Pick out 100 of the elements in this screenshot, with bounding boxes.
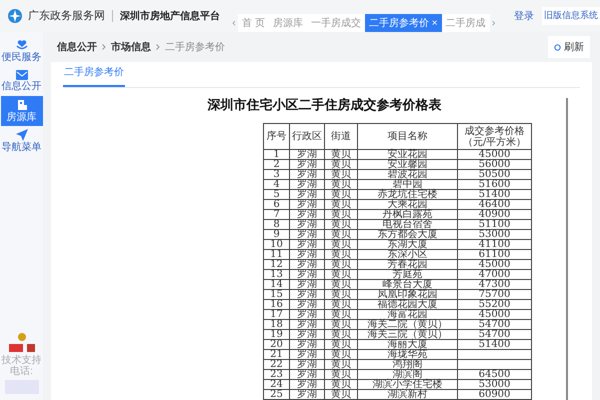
table-cell: 黄贝: [325, 350, 358, 360]
page-tab[interactable]: 一手房成交: [306, 14, 365, 32]
table-cell: 赤龙坑住宅楼: [358, 190, 458, 200]
sidebar-item[interactable]: 便民服务: [0, 36, 42, 66]
table-cell: 海富花园: [358, 310, 458, 320]
table-cell: 1: [264, 150, 290, 160]
table-cell: 海珑华苑: [358, 350, 458, 360]
table-cell: 12: [264, 260, 290, 270]
table-cell: 黄贝: [325, 360, 358, 370]
table-cell: 罗湖: [290, 200, 325, 210]
table-cell: 51600: [458, 180, 532, 190]
table-cell: 黄贝: [325, 250, 358, 260]
table-cell: 20: [264, 340, 290, 350]
table-cell: 安业馨园: [358, 160, 458, 170]
table-cell: 9: [264, 230, 290, 240]
chevron-icon: [102, 44, 106, 50]
login-link[interactable]: 登录: [514, 8, 534, 24]
page-tab[interactable]: 二手房成: [442, 14, 490, 32]
table-cell: 6: [264, 200, 290, 210]
breadcrumb-link[interactable]: 市场信息: [111, 40, 151, 54]
tab-next-button[interactable]: ›: [490, 14, 498, 32]
page-tab[interactable]: 二手房参考价 ×: [364, 14, 442, 32]
table-cell: 黄贝: [325, 380, 358, 390]
table-cell: 峰景台大厦: [358, 280, 458, 290]
table-cell: 湖滨小学住宅楼: [358, 380, 458, 390]
table-cell: 51400: [458, 190, 532, 200]
table-cell: 罗湖: [290, 260, 325, 270]
table-cell: 罗湖: [290, 180, 325, 190]
table-cell: 黄贝: [325, 220, 358, 230]
table-cell: 罗湖: [290, 290, 325, 300]
table-cell: 黄贝: [325, 180, 358, 190]
table-cell: 45000: [458, 310, 532, 320]
table-cell: 罗湖: [290, 320, 325, 330]
table-cell: 5: [264, 190, 290, 200]
column-header: 行政区: [290, 124, 325, 150]
sidebar-item[interactable]: 导航菜单: [0, 126, 42, 156]
table-cell: 罗湖: [290, 230, 325, 240]
table-cell: 61100: [458, 250, 532, 260]
sidebar-item[interactable]: 信息公开: [0, 66, 42, 96]
table-cell: 51100: [458, 220, 532, 230]
table-cell: 黄贝: [325, 300, 358, 310]
page-tab[interactable]: 首 页: [238, 14, 269, 32]
table-cell: 电视台宿舍: [358, 220, 458, 230]
badge-icon: [8, 344, 34, 352]
close-icon[interactable]: ×: [432, 16, 438, 30]
table-cell: 黄贝: [325, 310, 358, 320]
refresh-icon: [554, 44, 561, 50]
table-cell: 黄贝: [325, 150, 358, 160]
table-cell: 罗湖: [290, 240, 325, 250]
table-cell: 罗湖: [290, 310, 325, 320]
table-cell: 黄贝: [325, 270, 358, 280]
table-cell: 55200: [458, 300, 532, 310]
table-cell: 东方都会大厦: [358, 230, 458, 240]
table-cell: 湖滨阁: [358, 370, 458, 380]
tab-prev-button[interactable]: ‹: [230, 14, 238, 32]
table-cell: 13: [264, 270, 290, 280]
table-cell: 鸿翔阁: [358, 360, 458, 370]
table-cell: 7: [264, 210, 290, 220]
emblem-icon: [18, 333, 26, 341]
chevron-icon: [156, 44, 160, 50]
breadcrumb-link[interactable]: 二手房参考价: [165, 40, 225, 54]
table-cell: 4: [264, 180, 290, 190]
table-cell: 51400: [458, 340, 532, 350]
page-tab[interactable]: 房源库: [268, 14, 307, 32]
column-header: 街道: [325, 124, 358, 150]
table-cell: 凤凰印象花园: [358, 290, 458, 300]
table-cell: 41100: [458, 240, 532, 250]
table-cell: 16: [264, 300, 290, 310]
support-phone-label: 技术支持电话:: [2, 355, 42, 377]
table-cell: 罗湖: [290, 370, 325, 380]
breadcrumb-link[interactable]: 信息公开: [57, 40, 97, 54]
table-cell: 45000: [458, 260, 532, 270]
content-tab[interactable]: 二手房参考价: [63, 65, 125, 87]
table-cell: 黄贝: [325, 230, 358, 240]
refresh-button[interactable]: 刷新: [548, 36, 590, 58]
table-cell: 45000: [458, 150, 532, 160]
table-cell: 25: [264, 390, 290, 400]
table-cell: 19: [264, 330, 290, 340]
table-cell: 罗湖: [290, 300, 325, 310]
heart-hand-icon: [16, 39, 28, 51]
envelope-icon: [16, 70, 28, 80]
table-cell: 黄贝: [325, 260, 358, 270]
table-cell: 11: [264, 250, 290, 260]
table-cell: 18: [264, 320, 290, 330]
table-cell: 2: [264, 160, 290, 170]
table-cell: 罗湖: [290, 390, 325, 400]
platform-name: 深圳市房地产信息平台: [120, 9, 220, 24]
site-name: 广东政务服务网: [28, 8, 105, 24]
table-cell: 56000: [458, 160, 532, 170]
table-cell: 23: [264, 370, 290, 380]
sidebar-item[interactable]: 房源库: [0, 96, 42, 126]
table-cell: 黄贝: [325, 160, 358, 170]
table-cell: 罗湖: [290, 160, 325, 170]
old-system-button[interactable]: 旧版信息系统: [542, 7, 600, 25]
table-cell: 21: [264, 350, 290, 360]
table-cell: 罗湖: [290, 210, 325, 220]
table-cell: 罗湖: [290, 250, 325, 260]
table-cell: 黄贝: [325, 280, 358, 290]
table-cell: 湖滨新村: [358, 390, 458, 400]
table-cell: 罗湖: [290, 170, 325, 180]
